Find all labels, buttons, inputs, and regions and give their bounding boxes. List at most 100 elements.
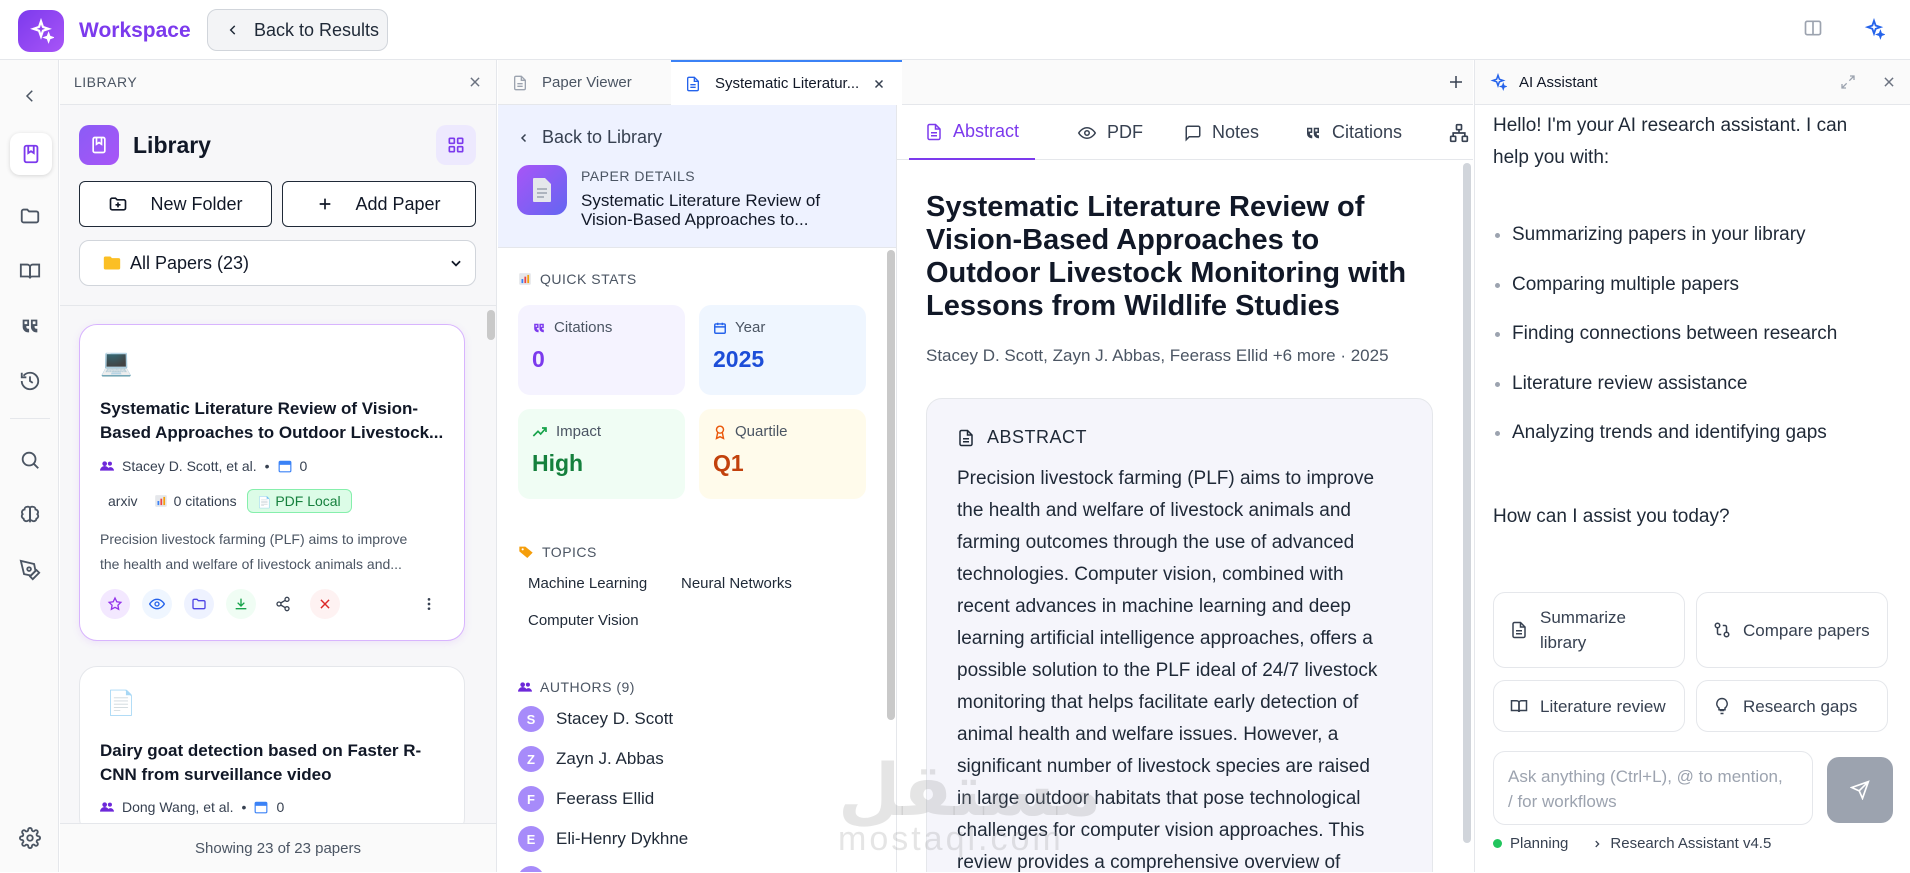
library-scrollbar[interactable] bbox=[487, 310, 495, 340]
ai-capability-text: Analyzing trends and identifying gaps bbox=[1512, 422, 1827, 443]
pen-tool-icon[interactable] bbox=[12, 552, 48, 588]
new-folder-button[interactable]: New Folder bbox=[79, 181, 272, 227]
paper-filter-value: All Papers (23) bbox=[130, 252, 250, 273]
new-tab-plus-icon[interactable] bbox=[1447, 73, 1465, 91]
author-item[interactable]: F Feerass Ellid bbox=[518, 786, 654, 812]
tab-notes[interactable]: Notes bbox=[1184, 105, 1259, 160]
users-icon bbox=[518, 682, 532, 692]
research-gaps-button[interactable]: Research gaps bbox=[1696, 680, 1888, 732]
expand-icon[interactable] bbox=[1840, 74, 1856, 90]
ai-greeting-line: help you with: bbox=[1493, 147, 1610, 168]
tag-icon bbox=[519, 546, 533, 558]
topic-tag[interactable]: Neural Networks bbox=[681, 575, 792, 592]
share-icon[interactable] bbox=[268, 589, 298, 619]
brand-name: Workspace bbox=[79, 19, 191, 42]
ai-capability-item: Comparing multiple papers bbox=[1495, 274, 1739, 296]
mode-label[interactable]: Planning bbox=[1510, 835, 1568, 852]
watermark-latin: mostaql.com bbox=[838, 820, 1064, 858]
tab-citations[interactable]: Citations bbox=[1304, 105, 1402, 160]
ai-capability-item: Finding connections between research bbox=[1495, 323, 1837, 345]
stat-impact-label-row: Impact bbox=[532, 423, 671, 440]
paper-card[interactable]: 💻 Systematic Literature Review of Vision… bbox=[79, 324, 465, 641]
stat-label: Quartile bbox=[735, 423, 788, 440]
sparkles-logo-icon[interactable] bbox=[18, 10, 64, 52]
author-item[interactable]: S Stacey D. Scott bbox=[518, 706, 673, 732]
users-icon bbox=[100, 460, 114, 472]
back-to-library-link[interactable]: Back to Library bbox=[518, 127, 662, 148]
paper-card[interactable]: 📄 Dairy goat detection based on Faster R… bbox=[79, 666, 465, 836]
add-paper-button[interactable]: Add Paper bbox=[282, 181, 476, 227]
ai-chat-input[interactable]: Ask anything (Ctrl+L), @ to mention, / f… bbox=[1493, 751, 1813, 825]
topic-tag[interactable]: Machine Learning bbox=[528, 575, 647, 592]
split-view-icon[interactable] bbox=[1803, 18, 1823, 38]
topic-tag[interactable]: Computer Vision bbox=[528, 612, 639, 629]
topics-label: TOPICS bbox=[542, 544, 597, 560]
details-scrollbar[interactable] bbox=[887, 250, 895, 720]
history-icon[interactable] bbox=[12, 363, 48, 399]
literature-review-button[interactable]: Literature review bbox=[1493, 680, 1685, 732]
ai-assistant-header: AI Assistant bbox=[1475, 60, 1910, 105]
literature-review-label: Literature review bbox=[1540, 696, 1666, 716]
tab-pdf[interactable]: PDF bbox=[1077, 105, 1143, 160]
lightbulb-icon bbox=[1716, 697, 1728, 715]
back-to-results-button[interactable]: Back to Results bbox=[207, 9, 388, 51]
ai-capability-item: Analyzing trends and identifying gaps bbox=[1495, 422, 1827, 444]
star-icon[interactable] bbox=[100, 589, 130, 619]
send-button[interactable] bbox=[1827, 757, 1893, 823]
summarize-library-button[interactable]: Summarize library bbox=[1493, 592, 1685, 668]
download-icon[interactable] bbox=[226, 589, 256, 619]
library-divider bbox=[60, 305, 496, 306]
close-icon[interactable] bbox=[1882, 75, 1896, 89]
stat-label: Year bbox=[735, 319, 766, 336]
summarize-label-line: library bbox=[1540, 633, 1587, 652]
author-name: Feerass Ellid bbox=[556, 789, 655, 808]
delete-x-icon[interactable] bbox=[310, 589, 340, 619]
tab-label: Abstract bbox=[953, 121, 1020, 141]
paper-filter-select[interactable]: All Papers (23) bbox=[79, 240, 476, 286]
author-item[interactable]: Z Zayn J. Abbas bbox=[518, 746, 664, 772]
reader-scrollbar[interactable] bbox=[1463, 163, 1471, 843]
paper-card-badges: arxiv 0 citations 📄 PDF Local bbox=[100, 489, 352, 513]
paper-card-title[interactable]: Dairy goat detection based on Faster R- … bbox=[100, 739, 450, 787]
tab-abstract[interactable]: Abstract bbox=[909, 105, 1036, 160]
model-label[interactable]: Research Assistant v4.5 bbox=[1610, 835, 1771, 852]
abstract-label: ABSTRACT bbox=[987, 427, 1088, 447]
source-badge: arxiv bbox=[108, 493, 138, 509]
calendar-icon bbox=[254, 800, 268, 814]
abstract-line: technologies. Computer vision, combined … bbox=[957, 564, 1344, 585]
tab-network[interactable] bbox=[1449, 105, 1469, 160]
authors-label: AUTHORS (9) bbox=[540, 679, 635, 695]
paper-card-meta: Stacey D. Scott, et al. • 0 bbox=[100, 458, 307, 474]
paper-card-title[interactable]: Systematic Literature Review of Vision- … bbox=[100, 397, 450, 445]
ai-capability-text: Comparing multiple papers bbox=[1512, 274, 1740, 295]
bullet-dot bbox=[1495, 232, 1500, 238]
description-line: the health and welfare of livestock anim… bbox=[100, 556, 402, 572]
tab-paper-viewer[interactable]: Paper Viewer bbox=[498, 60, 670, 105]
sparkles-icon bbox=[1490, 73, 1507, 91]
close-tab-icon[interactable] bbox=[873, 78, 885, 90]
meta-separator: • bbox=[241, 799, 247, 815]
compare-papers-button[interactable]: Compare papers bbox=[1696, 592, 1888, 668]
paper-details-title-line: Systematic Literature Review of bbox=[581, 191, 821, 210]
folder-move-icon[interactable] bbox=[184, 589, 214, 619]
paper-title-line: Systematic Literature Review of bbox=[926, 191, 1365, 223]
paper-card-actions bbox=[100, 589, 340, 619]
library-bookmark-icon[interactable] bbox=[10, 133, 52, 175]
paper-card-title-line: Systematic Literature Review of Vision- bbox=[100, 399, 419, 418]
folder-icon[interactable] bbox=[12, 198, 48, 234]
brain-icon[interactable] bbox=[12, 497, 48, 533]
eye-icon[interactable] bbox=[142, 589, 172, 619]
meta-separator: • bbox=[264, 458, 270, 474]
more-options-icon[interactable] bbox=[414, 589, 444, 619]
search-icon[interactable] bbox=[12, 442, 48, 478]
ai-sparkles-icon[interactable] bbox=[1863, 18, 1885, 40]
collapse-chevron-icon[interactable] bbox=[12, 78, 48, 114]
close-icon[interactable] bbox=[468, 75, 482, 89]
author-item[interactable]: E Eli-Henry Dykhne bbox=[518, 826, 688, 852]
stat-citations: Citations 0 bbox=[518, 305, 685, 395]
grid-view-icon[interactable] bbox=[436, 125, 476, 165]
settings-gear-icon[interactable] bbox=[12, 820, 48, 856]
book-open-icon[interactable] bbox=[12, 253, 48, 289]
tab-systematic-literature[interactable]: Systematic Literatur... bbox=[671, 60, 902, 105]
quote-icon[interactable] bbox=[12, 308, 48, 344]
